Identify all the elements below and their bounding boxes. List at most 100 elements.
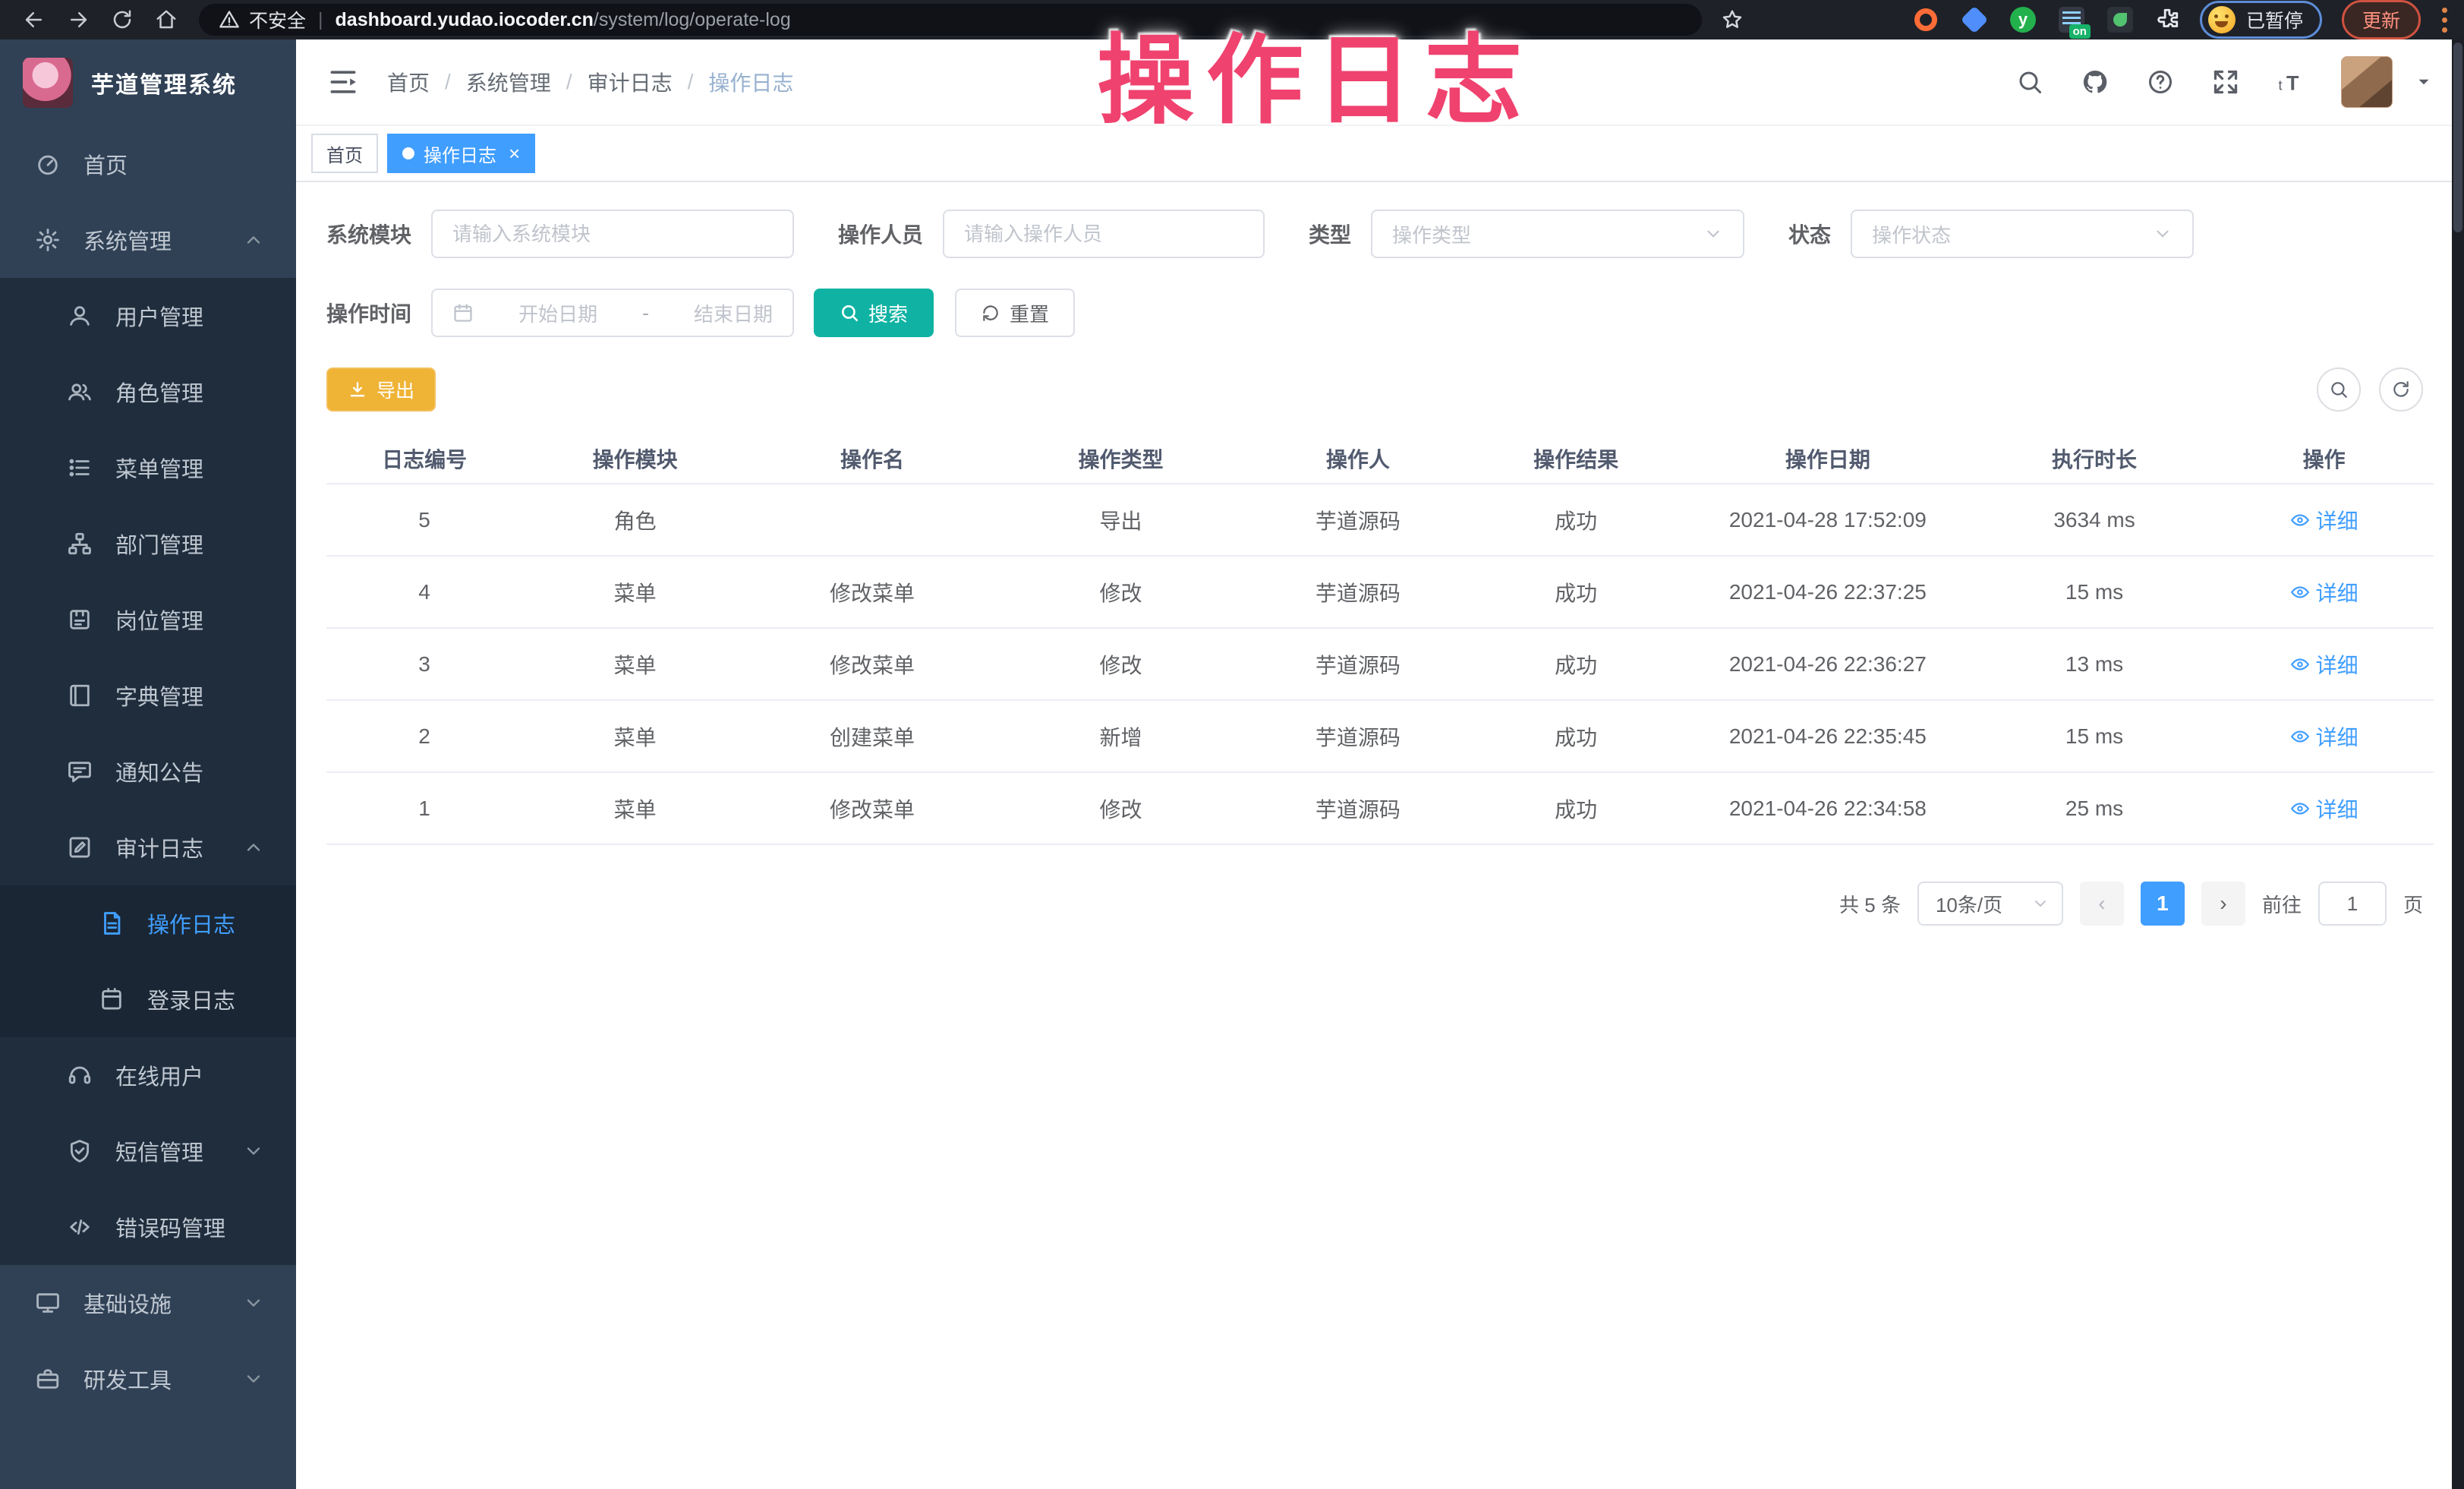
export-button[interactable]: 导出 — [326, 368, 436, 412]
sidebar-item-post-management[interactable]: 岗位管理 — [0, 582, 296, 658]
detail-link[interactable]: 详细 — [2290, 577, 2358, 607]
detail-link[interactable]: 详细 — [2290, 505, 2358, 535]
tab-操作日志[interactable]: 操作日志× — [387, 134, 535, 173]
type-placeholder: 操作类型 — [1392, 220, 1471, 248]
toggle-search-button[interactable] — [2317, 368, 2361, 412]
sidebar-item-label: 在线用户 — [115, 1059, 203, 1091]
browser-forward-icon[interactable] — [56, 3, 100, 36]
sidebar-item-label: 通知公告 — [115, 756, 203, 787]
detail-link[interactable]: 详细 — [2290, 793, 2358, 824]
ext-on-badge-icon[interactable]: on — [2057, 5, 2086, 34]
sidebar-item-dev-tools[interactable]: 研发工具 — [0, 1341, 296, 1417]
breadcrumb-item[interactable]: 首页 — [387, 67, 430, 97]
tab-首页[interactable]: 首页 — [311, 134, 378, 173]
browser-update-button[interactable]: 更新 — [2342, 0, 2421, 39]
sidebar-item-audit-log[interactable]: 审计日志 — [0, 809, 296, 885]
fullscreen-icon[interactable] — [2210, 67, 2241, 97]
sidebar-item-home[interactable]: 首页 — [0, 126, 296, 202]
browser-reload-icon[interactable] — [100, 3, 144, 36]
breadcrumb: 首页/系统管理/审计日志/操作日志 — [387, 67, 793, 97]
sidebar-item-menu-management[interactable]: 菜单管理 — [0, 430, 296, 506]
goto-page-input[interactable] — [2318, 882, 2387, 926]
breadcrumb-separator: / — [445, 70, 451, 94]
extensions-puzzle-icon[interactable] — [2154, 7, 2180, 33]
github-icon[interactable] — [2080, 67, 2110, 97]
sidebar-item-operate-log[interactable]: 操作日志 — [0, 885, 296, 961]
dashboard-icon — [35, 151, 61, 177]
font-size-icon[interactable]: tT — [2276, 67, 2306, 97]
search-icon[interactable] — [2015, 67, 2045, 97]
toolbar-right — [2317, 368, 2423, 412]
badge-icon — [67, 607, 93, 633]
table-row: 2菜单创建菜单新增芋道源码成功2021-04-26 22:35:4515 ms详… — [326, 701, 2434, 773]
reset-button[interactable]: 重置 — [955, 289, 1075, 337]
scrollbar-thumb[interactable] — [2453, 43, 2462, 232]
sidebar-item-dept-management[interactable]: 部门管理 — [0, 506, 296, 582]
code-icon — [67, 1214, 93, 1240]
svg-text:t: t — [2279, 78, 2283, 93]
sidebar-item-dict-management[interactable]: 字典管理 — [0, 658, 296, 733]
sidebar-item-role-management[interactable]: 角色管理 — [0, 354, 296, 430]
help-icon[interactable] — [2145, 67, 2176, 97]
ext-leaf-icon[interactable] — [2106, 5, 2135, 34]
type-select[interactable]: 操作类型 — [1371, 210, 1744, 258]
sidebar-item-label: 错误码管理 — [115, 1211, 225, 1243]
app-logo-row[interactable]: 芋道管理系统 — [0, 39, 296, 126]
filter-module: 系统模块 — [326, 210, 794, 258]
page-size-select[interactable]: 10条/页 — [1917, 882, 2063, 926]
table-row: 4菜单修改菜单修改芋道源码成功2021-04-26 22:37:2515 ms详… — [326, 557, 2434, 629]
cell-operator: 芋道源码 — [1245, 577, 1470, 607]
sidebar-item-user-management[interactable]: 用户管理 — [0, 278, 296, 354]
page-suffix: 页 — [2403, 890, 2423, 918]
export-button-label: 导出 — [377, 376, 414, 403]
sidebar-item-error-code-management[interactable]: 错误码管理 — [0, 1189, 296, 1265]
sidebar-item-login-log[interactable]: 登录日志 — [0, 961, 296, 1037]
refresh-button[interactable] — [2379, 368, 2423, 412]
close-icon[interactable]: × — [509, 144, 520, 163]
cell-module: 菜单 — [522, 577, 748, 607]
browser-home-icon[interactable] — [144, 3, 188, 36]
detail-link[interactable]: 详细 — [2290, 721, 2358, 752]
next-page-button[interactable]: › — [2201, 882, 2245, 926]
cell-id: 1 — [326, 797, 522, 821]
security-label[interactable]: 不安全 — [249, 6, 306, 33]
status-label: 状态 — [1788, 219, 1831, 249]
browser-scrollbar[interactable] — [2452, 39, 2464, 1489]
bookmark-star-icon[interactable] — [1716, 3, 1749, 36]
browser-back-icon[interactable] — [12, 3, 56, 36]
sidebar-item-infrastructure[interactable]: 基础设施 — [0, 1265, 296, 1341]
sidebar-item-system-management[interactable]: 系统管理 — [0, 202, 296, 278]
calendar-icon — [452, 302, 474, 323]
table-header-row: 日志编号操作模块操作名操作类型操作人操作结果操作日期执行时长操作 — [326, 434, 2434, 484]
ext-blue-gem-icon[interactable] — [1960, 5, 1989, 34]
breadcrumb-item[interactable]: 系统管理 — [466, 67, 551, 97]
prev-page-button[interactable]: ‹ — [2080, 882, 2124, 926]
status-select[interactable]: 操作状态 — [1851, 210, 2194, 258]
user-avatar[interactable] — [2341, 56, 2393, 108]
sidebar-item-sms-management[interactable]: 短信管理 — [0, 1113, 296, 1189]
date-range-picker[interactable]: 开始日期 - 结束日期 — [431, 289, 794, 337]
breadcrumb-item[interactable]: 审计日志 — [588, 67, 673, 97]
date-separator: - — [642, 301, 649, 325]
date-start-placeholder: 开始日期 — [518, 299, 597, 327]
annotation-operate-log: 操作日志 — [1097, 2, 1534, 142]
avatar-caret-down-icon[interactable] — [2414, 72, 2434, 92]
module-label: 系统模块 — [326, 219, 411, 249]
cell-module: 菜单 — [522, 649, 748, 680]
sidebar-item-online-user[interactable]: 在线用户 — [0, 1037, 296, 1113]
cell-name: 修改菜单 — [748, 577, 997, 607]
cell-date: 2021-04-26 22:35:45 — [1681, 724, 1974, 749]
ext-orange-ring-icon[interactable] — [1911, 5, 1940, 34]
browser-menu-icon[interactable] — [2442, 8, 2447, 33]
module-input[interactable] — [452, 222, 773, 246]
detail-link[interactable]: 详细 — [2290, 649, 2358, 680]
sidebar-fold-icon[interactable] — [326, 65, 360, 99]
operator-input[interactable] — [964, 222, 1243, 246]
chevron-down-icon — [243, 1140, 264, 1162]
cell-duration: 3634 ms — [1974, 508, 2214, 532]
page-number-button[interactable]: 1 — [2141, 882, 2185, 926]
ext-green-y-icon[interactable]: y — [2009, 5, 2037, 34]
search-button[interactable]: 搜索 — [814, 289, 934, 337]
sidebar-item-notice[interactable]: 通知公告 — [0, 733, 296, 809]
profile-paused-badge[interactable]: 已暂停 — [2200, 1, 2322, 39]
